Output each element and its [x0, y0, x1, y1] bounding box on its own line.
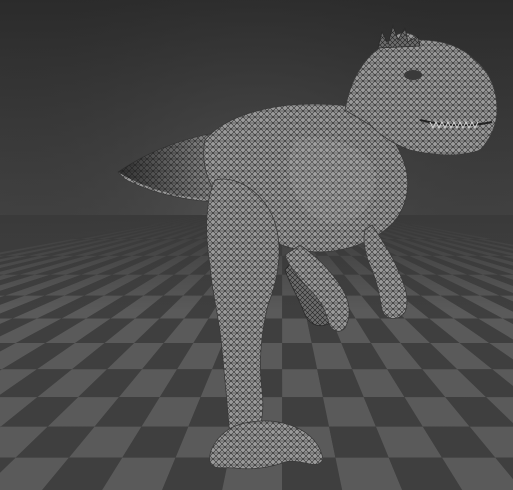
scene-svg	[0, 0, 513, 490]
3d-viewport[interactable]	[0, 0, 513, 490]
eye	[404, 70, 422, 80]
